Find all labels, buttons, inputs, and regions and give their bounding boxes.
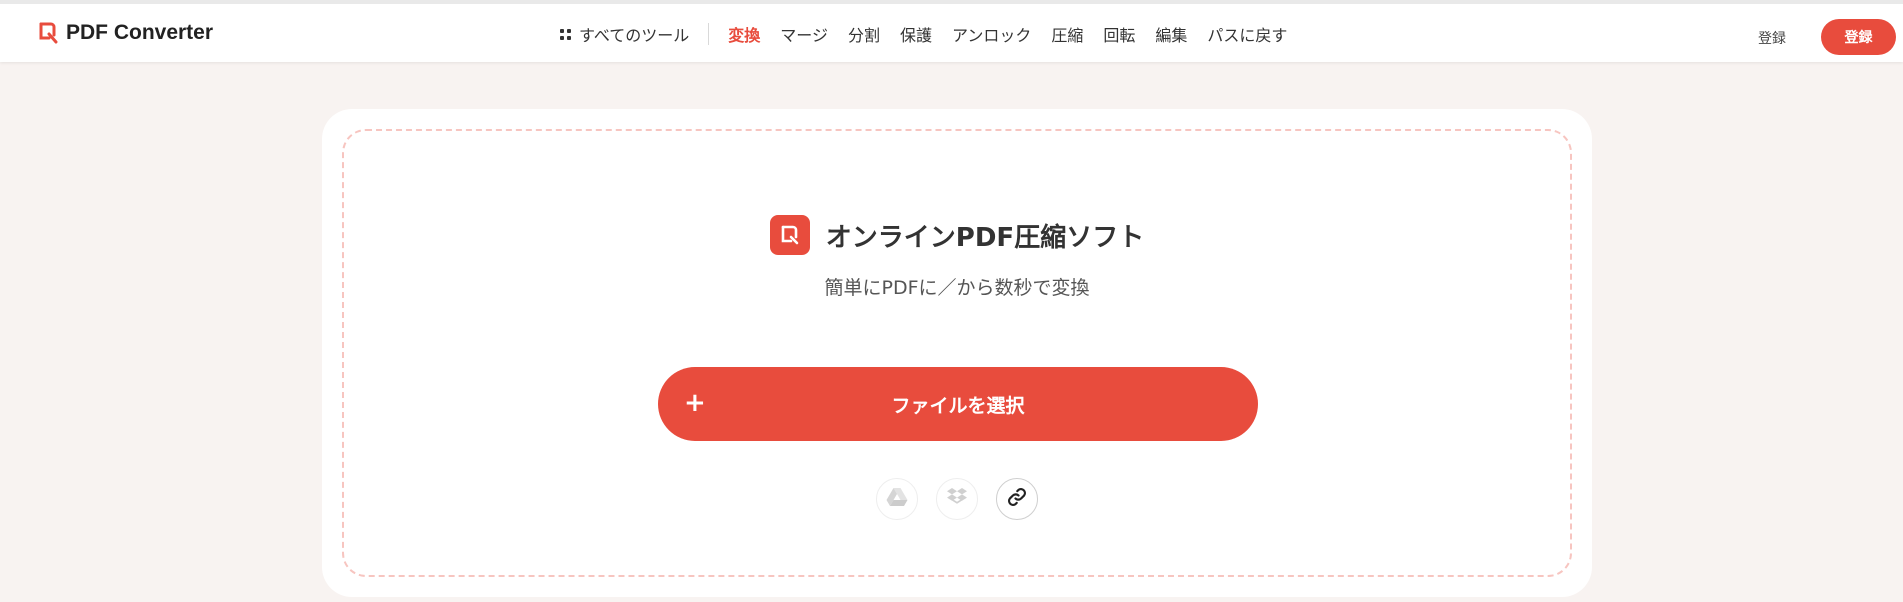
pdf-logo-icon [38,22,58,44]
select-file-label: ファイルを選択 [891,394,1025,417]
nav-item-compress[interactable]: 圧縮 [1051,22,1083,46]
nav-item-protect[interactable]: 保護 [900,22,932,46]
nav-item-split[interactable]: 分割 [848,22,880,46]
dropbox-button[interactable] [936,478,978,520]
title-row: オンラインPDF圧縮ソフト [344,215,1570,255]
upload-card: オンラインPDF圧縮ソフト 簡単にPDFに／から数秒で変換 + ファイルを選択 [322,109,1592,597]
select-file-button[interactable]: + ファイルを選択 [658,367,1258,441]
nav-item-unlock[interactable]: アンロック [952,22,1031,46]
nav-item-rotate[interactable]: 回転 [1103,22,1135,46]
nav-item-back-to-path[interactable]: パスに戻す [1207,22,1287,46]
url-link-button[interactable] [996,478,1038,520]
nav-item-merge[interactable]: マージ [780,22,828,46]
grid-icon [560,28,571,40]
page-subtitle: 簡単にPDFに／から数秒で変換 [824,277,1090,299]
link-icon [1006,486,1028,512]
page-title: オンラインPDF圧縮ソフト [825,222,1145,253]
file-dropzone[interactable]: オンラインPDF圧縮ソフト 簡単にPDFに／から数秒で変換 + ファイルを選択 [342,129,1572,577]
nav-list: 変換 マージ 分割 保護 アンロック 圧縮 回転 編集 パスに戻す [709,22,1287,46]
brand-logo[interactable]: PDF Converter [38,21,213,45]
google-drive-icon [886,487,908,511]
brand-name: PDF Converter [66,21,214,44]
nav-item-edit[interactable]: 編集 [1155,22,1187,46]
top-navigation-bar: PDF Converter すべてのツール 変換 マージ 分割 保護 アンロック… [0,0,1903,62]
cloud-sources [344,478,1570,520]
all-tools-menu[interactable]: すべてのツール [560,23,710,45]
nav-item-convert[interactable]: 変換 [728,22,760,46]
plus-icon: + [684,388,706,418]
pdf-tool-icon [769,215,810,255]
dropbox-icon [946,487,968,511]
signup-button[interactable]: 登録 [1821,19,1896,55]
all-tools-label: すべてのツール [579,26,690,45]
login-link[interactable]: 登録 [1758,28,1786,48]
main-nav: すべてのツール 変換 マージ 分割 保護 アンロック 圧縮 回転 編集 パスに戻… [560,21,1287,47]
google-drive-button[interactable] [876,478,918,520]
